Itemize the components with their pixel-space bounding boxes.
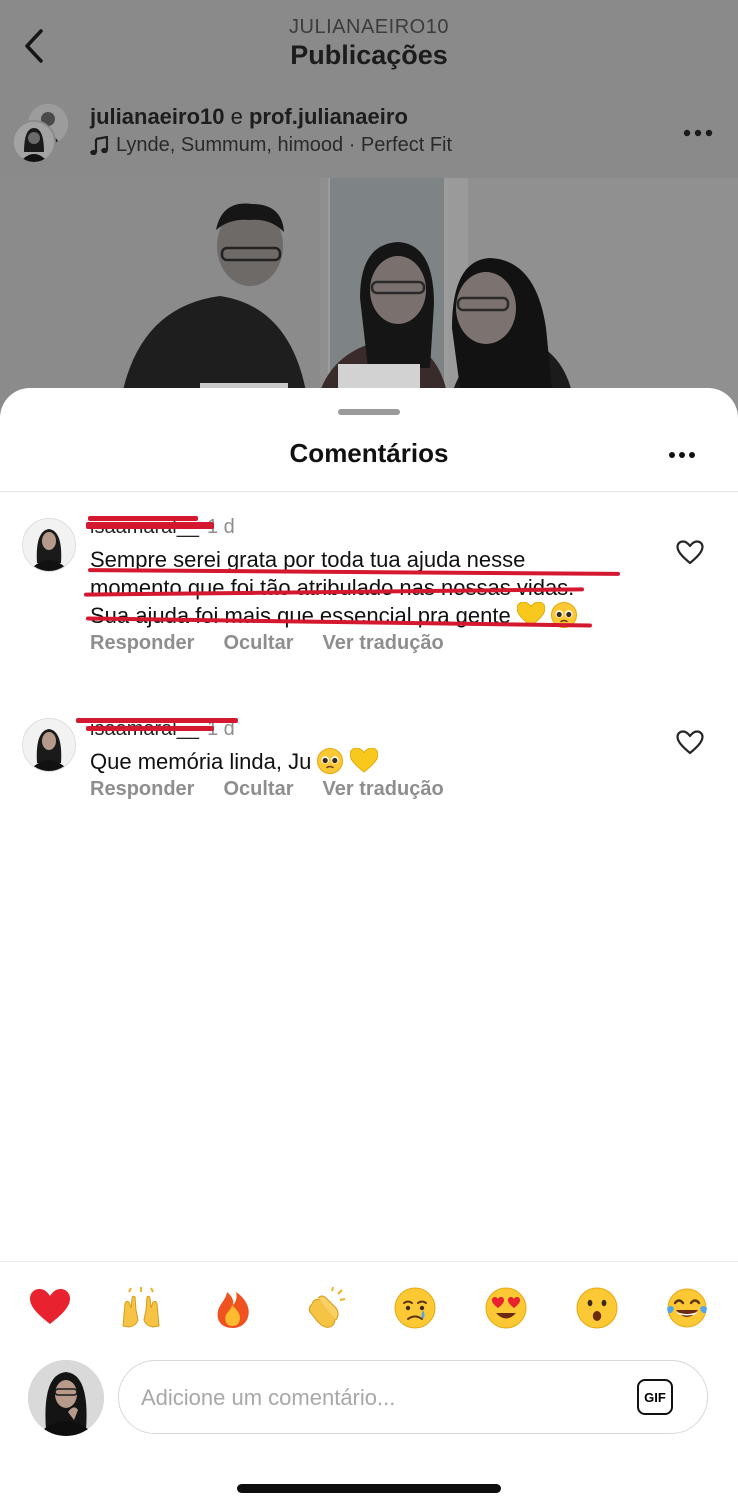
comment-item: isaamaral__1 d Que memória linda, Ju Res… [0, 718, 738, 818]
reaction-surprised-face[interactable] [575, 1286, 619, 1330]
comment-actions: Responder Ocultar Ver tradução [90, 632, 444, 655]
comment-item: isaamaral__1 d Sempre serei grata por to… [0, 516, 738, 676]
reaction-clapping-hands[interactable] [302, 1286, 346, 1330]
page-title: Publicações [290, 40, 448, 70]
heart-outline-icon [676, 539, 704, 564]
post-authors: julianaeiro10 e prof.julianaeiro [90, 104, 408, 130]
music-text: Lynde, Summum, himood · Perfect Fit [116, 134, 453, 156]
sheet-grabber[interactable] [338, 409, 400, 415]
like-comment-button[interactable] [672, 534, 708, 570]
post-music[interactable]: Lynde, Summum, himood · Perfect Fit [90, 134, 452, 157]
post-header: julianaeiro10 e prof.julianaeiro Lynde, … [0, 96, 738, 178]
comment-input[interactable] [139, 1379, 613, 1417]
collab-avatars[interactable] [12, 102, 72, 164]
more-horizontal-icon [669, 452, 695, 458]
sheet-more-button[interactable] [662, 440, 702, 470]
redaction-mark [76, 718, 238, 723]
sheet-title: Comentários [289, 438, 449, 468]
account-name: JULIANAEIRO10 [289, 16, 449, 38]
top-navigation-bar: JULIANAEIRO10 Publicações [0, 0, 738, 96]
reaction-raising-hands[interactable] [119, 1286, 163, 1330]
reply-button[interactable]: Responder [90, 778, 194, 801]
reaction-tears-of-joy-face[interactable] [665, 1286, 709, 1330]
post-more-button[interactable] [678, 118, 718, 148]
avatar [12, 120, 56, 164]
redaction-mark [86, 522, 214, 529]
post-author-2[interactable]: prof.julianaeiro [249, 104, 408, 129]
composer-divider [0, 1261, 738, 1262]
comment-text: Que memória linda, Ju [90, 747, 650, 776]
surprised-face-icon [576, 1287, 618, 1329]
raising-hands-icon [122, 1287, 160, 1328]
home-indicator[interactable] [237, 1484, 501, 1493]
music-note-icon [90, 135, 108, 155]
comment-text-fragment: Que memória linda, Ju [90, 749, 312, 774]
redaction-mark [88, 516, 198, 521]
reaction-heart-eyes-face[interactable] [484, 1286, 528, 1330]
hide-button[interactable]: Ocultar [223, 778, 293, 801]
reaction-crying-face[interactable] [393, 1286, 437, 1330]
gif-label: GIF [644, 1389, 666, 1405]
redaction-mark [86, 726, 214, 731]
like-comment-button[interactable] [672, 724, 708, 760]
comment-composer: GIF [118, 1360, 708, 1434]
pleading-face-emoji-icon [317, 748, 344, 774]
clapping-hands-icon [308, 1286, 346, 1328]
authors-joiner: e [224, 104, 249, 129]
translate-button[interactable]: Ver tradução [323, 632, 444, 655]
post-photo[interactable] [0, 178, 738, 420]
yellow-heart-emoji-icon [349, 747, 379, 773]
heart-outline-icon [676, 729, 704, 754]
comments-sheet: Comentários isaamaral__1 d Sempre serei … [0, 388, 738, 1508]
avatar[interactable] [22, 518, 76, 572]
comment-actions: Responder Ocultar Ver tradução [90, 778, 444, 801]
reaction-red-heart[interactable] [28, 1286, 72, 1330]
sheet-divider [0, 491, 738, 492]
post-author-1[interactable]: julianaeiro10 [90, 104, 225, 129]
avatar[interactable] [28, 1360, 104, 1436]
hide-button[interactable]: Ocultar [223, 632, 293, 655]
fire-icon [217, 1292, 249, 1328]
gif-button[interactable]: GIF [637, 1379, 673, 1415]
heart-eyes-face-icon [485, 1287, 527, 1329]
avatar[interactable] [22, 718, 76, 772]
reply-button[interactable]: Responder [90, 632, 194, 655]
more-horizontal-icon [683, 129, 713, 137]
quick-reactions-bar [0, 1280, 738, 1336]
crying-face-icon [394, 1287, 436, 1329]
reaction-fire[interactable] [211, 1286, 255, 1330]
translate-button[interactable]: Ver tradução [323, 778, 444, 801]
tears-of-joy-face-icon [667, 1288, 707, 1328]
red-heart-icon [30, 1289, 70, 1324]
